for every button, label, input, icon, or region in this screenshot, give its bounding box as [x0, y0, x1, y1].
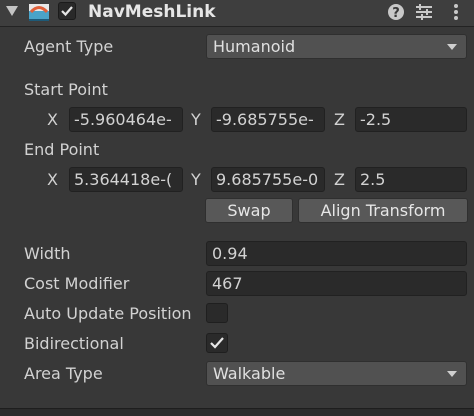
end-z-label: Z	[334, 170, 345, 189]
width-field[interactable]: 0.94	[206, 241, 467, 266]
start-point-label: Start Point	[24, 80, 108, 99]
width-label: Width	[24, 244, 71, 263]
section-divider	[0, 408, 474, 416]
navmesh-link-icon	[28, 2, 50, 22]
area-type-dropdown[interactable]: Walkable	[206, 361, 467, 386]
preset-icon[interactable]	[414, 2, 434, 22]
foldout-arrow-icon[interactable]	[6, 6, 18, 16]
start-x-label: X	[47, 110, 58, 129]
component-title: NavMeshLink	[88, 2, 216, 22]
area-type-label: Area Type	[24, 364, 103, 383]
help-icon[interactable]: ?	[386, 2, 406, 22]
cost-modifier-field[interactable]: 467	[206, 271, 467, 296]
agent-type-label: Agent Type	[24, 37, 114, 56]
chevron-down-icon	[447, 44, 457, 50]
end-y-label: Y	[191, 170, 201, 189]
inspector-panel: NavMeshLink ? Agent Type Humanoid Start …	[0, 0, 474, 416]
align-transform-button[interactable]: Align Transform	[298, 198, 468, 223]
start-y-field[interactable]: -9.685755e-	[211, 107, 325, 132]
component-header[interactable]: NavMeshLink ?	[0, 0, 474, 27]
end-x-label: X	[47, 170, 58, 189]
kebab-menu-icon[interactable]	[446, 2, 466, 22]
auto-update-position-checkbox[interactable]	[206, 303, 228, 323]
end-z-field[interactable]: 2.5	[355, 167, 467, 192]
chevron-down-icon	[447, 371, 457, 377]
agent-type-value: Humanoid	[213, 37, 296, 56]
area-type-value: Walkable	[213, 364, 286, 383]
start-z-field[interactable]: -2.5	[355, 107, 467, 132]
cost-modifier-label: Cost Modifier	[24, 274, 130, 293]
start-x-field[interactable]: -5.960464e-	[69, 107, 183, 132]
end-point-label: End Point	[24, 140, 100, 159]
auto-update-position-label: Auto Update Position	[24, 304, 192, 323]
bidirectional-checkbox[interactable]	[206, 333, 228, 353]
end-y-field[interactable]: 9.685755e-0	[211, 167, 325, 192]
checkmark-icon	[210, 337, 224, 349]
component-enabled-checkbox[interactable]	[58, 2, 76, 20]
bidirectional-label: Bidirectional	[24, 334, 124, 353]
start-z-label: Z	[334, 110, 345, 129]
agent-type-dropdown[interactable]: Humanoid	[206, 34, 467, 59]
start-y-label: Y	[191, 110, 201, 129]
svg-text:?: ?	[392, 6, 400, 21]
end-x-field[interactable]: 5.364418e-(	[69, 167, 183, 192]
swap-button[interactable]: Swap	[205, 198, 293, 223]
